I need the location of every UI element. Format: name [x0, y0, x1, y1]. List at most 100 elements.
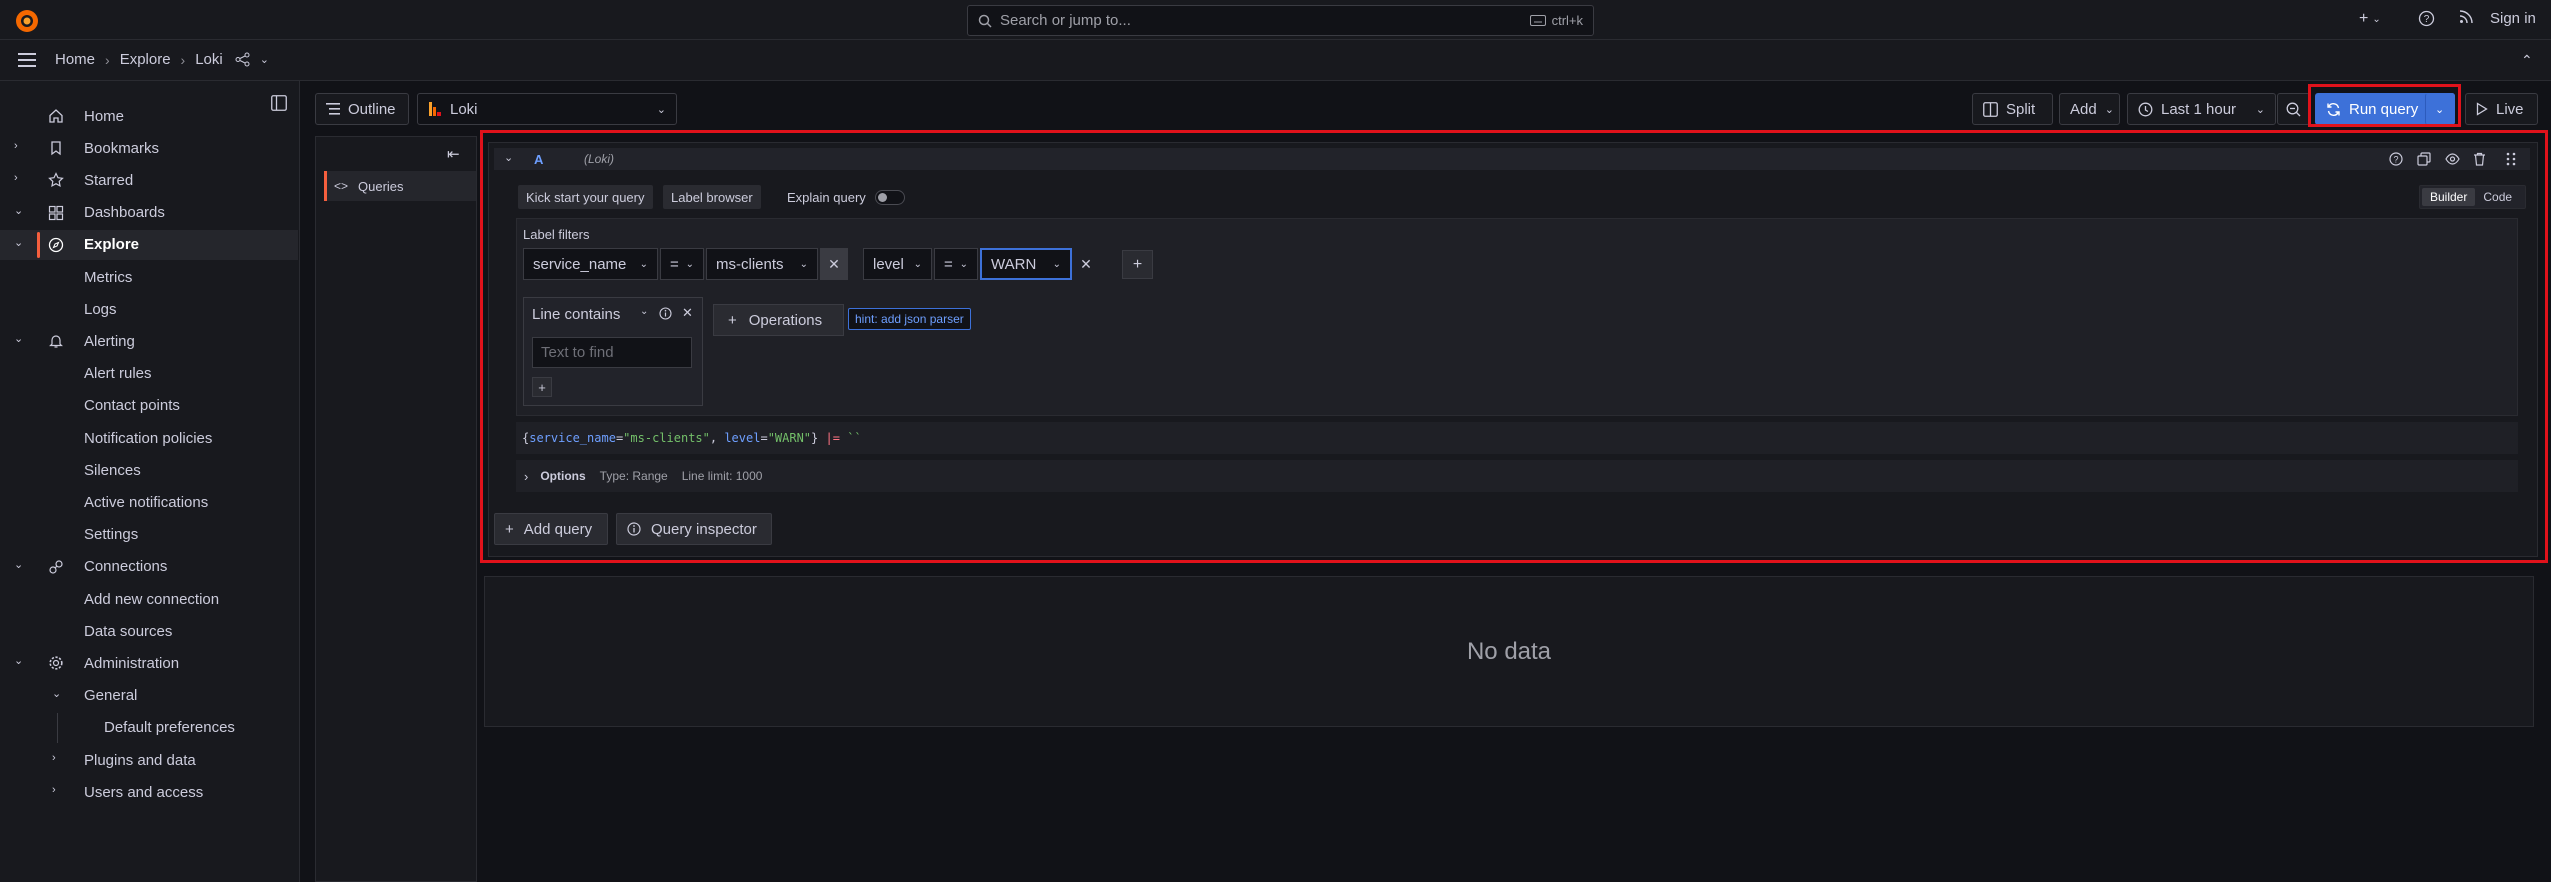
- share-icon[interactable]: [235, 52, 250, 67]
- text-to-find-placeholder: Text to find: [541, 344, 614, 361]
- drag-handle-icon[interactable]: [2506, 152, 2516, 166]
- query-options-row[interactable]: › Options Type: Range Line limit: 1000: [516, 460, 2518, 492]
- datasource-picker[interactable]: Loki ⌄: [417, 93, 677, 125]
- query-ref-id[interactable]: A: [534, 152, 543, 167]
- duplicate-icon[interactable]: [2417, 152, 2431, 166]
- time-range-picker[interactable]: Last 1 hour ⌄: [2127, 93, 2276, 125]
- sidebar-item-administration[interactable]: ⌄ Administration: [0, 648, 298, 678]
- sidebar-item-explore[interactable]: ⌄ Explore: [0, 229, 298, 260]
- chevron-down-icon[interactable]: ⌄: [52, 688, 62, 699]
- sidebar-item-dashboards[interactable]: ⌄ Dashboards: [0, 198, 298, 228]
- sidebar-item-general[interactable]: ⌄ General: [0, 681, 298, 711]
- mode-builder-button[interactable]: Builder: [2422, 188, 2476, 206]
- sidebar-item-contact-points[interactable]: Contact points: [0, 391, 298, 421]
- grafana-logo-icon[interactable]: [14, 8, 40, 34]
- news-rss-icon[interactable]: [2459, 10, 2473, 24]
- sidebar-item-label: General: [84, 687, 138, 705]
- chevron-down-icon[interactable]: ⌄: [14, 656, 24, 667]
- outline-button[interactable]: Outline: [315, 93, 409, 125]
- hint-json-parser[interactable]: hint: add json parser: [848, 308, 971, 330]
- active-indicator: [37, 231, 40, 258]
- sidebar-item-logs[interactable]: Logs: [0, 294, 298, 324]
- add-query-button[interactable]: + Add query: [494, 513, 608, 545]
- sidebar-item-alerting[interactable]: ⌄ Alerting: [0, 326, 298, 356]
- trash-icon[interactable]: [2473, 152, 2486, 166]
- chevron-down-icon[interactable]: ⌄: [260, 53, 269, 66]
- sidebar-item-users-and-access[interactable]: › Users and access: [0, 777, 298, 807]
- chevron-right-icon[interactable]: ›: [14, 173, 24, 184]
- sidebar-item-plugins-and-data[interactable]: › Plugins and data: [0, 745, 298, 775]
- filter-value-select[interactable]: ms-clients ⌄: [706, 248, 818, 280]
- sidebar-item-home[interactable]: Home: [0, 101, 298, 131]
- collapse-left-icon[interactable]: ⇤: [447, 145, 460, 163]
- new-menu-button[interactable]: + ⌄: [2359, 10, 2381, 28]
- kick-start-button[interactable]: Kick start your query: [518, 185, 653, 209]
- add-param-button[interactable]: +: [532, 377, 552, 397]
- chevron-down-icon[interactable]: ⌄: [14, 559, 24, 570]
- raw-pipe-operator: |=: [818, 431, 848, 445]
- run-query-label: Run query: [2349, 100, 2419, 118]
- filter-label-select[interactable]: level ⌄: [863, 248, 932, 280]
- help-icon[interactable]: ?: [2418, 10, 2435, 27]
- remove-filter-button[interactable]: ✕: [820, 248, 848, 280]
- add-filter-button[interactable]: +: [1122, 250, 1153, 279]
- sign-in-link[interactable]: Sign in: [2490, 10, 2536, 27]
- sidebar-item-settings[interactable]: Settings: [0, 520, 298, 550]
- sidebar-item-notification-policies[interactable]: Notification policies: [0, 423, 298, 453]
- info-icon[interactable]: [659, 307, 672, 320]
- sidebar-item-starred[interactable]: › Starred: [0, 165, 298, 195]
- collapse-up-icon[interactable]: ⌃: [2521, 52, 2533, 69]
- remove-filter-button[interactable]: ✕: [1074, 248, 1098, 280]
- chevron-down-icon[interactable]: ⌄: [14, 237, 24, 248]
- hamburger-menu-icon[interactable]: [18, 53, 36, 67]
- query-editor-panel: ⌄ A (Loki) ? Kick start your query Label…: [488, 142, 2538, 557]
- sidebar-item-alert-rules[interactable]: Alert rules: [0, 359, 298, 389]
- chevron-right-icon[interactable]: ›: [52, 753, 62, 764]
- filter-label-select[interactable]: service_name ⌄: [523, 248, 658, 280]
- chevron-right-icon[interactable]: ›: [52, 785, 62, 796]
- explain-query-toggle[interactable]: [875, 190, 905, 205]
- live-button[interactable]: Live: [2465, 93, 2538, 125]
- raw-label-value: "WARN": [767, 431, 812, 445]
- sidebar-item-default-preferences[interactable]: Default preferences: [0, 712, 298, 743]
- run-query-menu-button[interactable]: ⌄: [2425, 93, 2455, 125]
- breadcrumb-home[interactable]: Home: [55, 51, 95, 68]
- help-icon[interactable]: ?: [2389, 152, 2403, 166]
- chevron-down-icon[interactable]: ⌄: [640, 306, 648, 317]
- keyboard-icon: [1529, 15, 1546, 26]
- mode-code-button[interactable]: Code: [2475, 188, 2520, 206]
- label-filters-section: Label filters service_name ⌄ = ⌄ ms-client…: [516, 218, 2518, 416]
- chevron-down-icon[interactable]: ⌄: [14, 334, 24, 345]
- add-query-label: Add query: [523, 520, 593, 538]
- sidebar-item-data-sources[interactable]: Data sources: [0, 616, 298, 646]
- sidebar-item-active-notifications[interactable]: Active notifications: [0, 487, 298, 517]
- add-button[interactable]: Add ⌄: [2059, 93, 2120, 125]
- add-label: Add: [2070, 100, 2097, 118]
- outline-item-queries[interactable]: <> Queries: [324, 171, 476, 201]
- filter-operator-select[interactable]: = ⌄: [934, 248, 978, 280]
- zoom-out-button[interactable]: [2277, 93, 2310, 125]
- search-input[interactable]: Search or jump to... ctrl+k: [967, 5, 1594, 36]
- text-to-find-input[interactable]: Text to find: [532, 337, 692, 368]
- chevron-down-icon[interactable]: ⌄: [504, 151, 513, 164]
- chevron-down-icon[interactable]: ⌄: [14, 205, 24, 216]
- svg-text:?: ?: [2424, 14, 2430, 25]
- split-icon: [1983, 101, 1998, 117]
- operations-button[interactable]: + Operations: [713, 304, 844, 336]
- filter-value-select[interactable]: WARN ⌄: [980, 248, 1072, 280]
- sidebar-item-add-new-connection[interactable]: Add new connection: [0, 584, 298, 614]
- sidebar-item-metrics[interactable]: Metrics: [0, 262, 298, 292]
- split-button[interactable]: Split: [1972, 93, 2053, 125]
- bell-icon: [48, 333, 64, 349]
- sidebar-item-bookmarks[interactable]: › Bookmarks: [0, 133, 298, 163]
- filter-operator-select[interactable]: = ⌄: [660, 248, 704, 280]
- sidebar-item-silences[interactable]: Silences: [0, 455, 298, 485]
- label-browser-button[interactable]: Label browser: [663, 185, 761, 209]
- breadcrumb-explore[interactable]: Explore: [120, 51, 171, 68]
- query-inspector-button[interactable]: Query inspector: [616, 513, 772, 545]
- eye-icon[interactable]: [2445, 152, 2460, 166]
- close-icon[interactable]: ✕: [682, 305, 693, 321]
- sidebar-item-connections[interactable]: ⌄ Connections: [0, 552, 298, 582]
- chevron-right-icon[interactable]: ›: [14, 141, 24, 152]
- sign-in-label: Sign in: [2490, 10, 2536, 27]
